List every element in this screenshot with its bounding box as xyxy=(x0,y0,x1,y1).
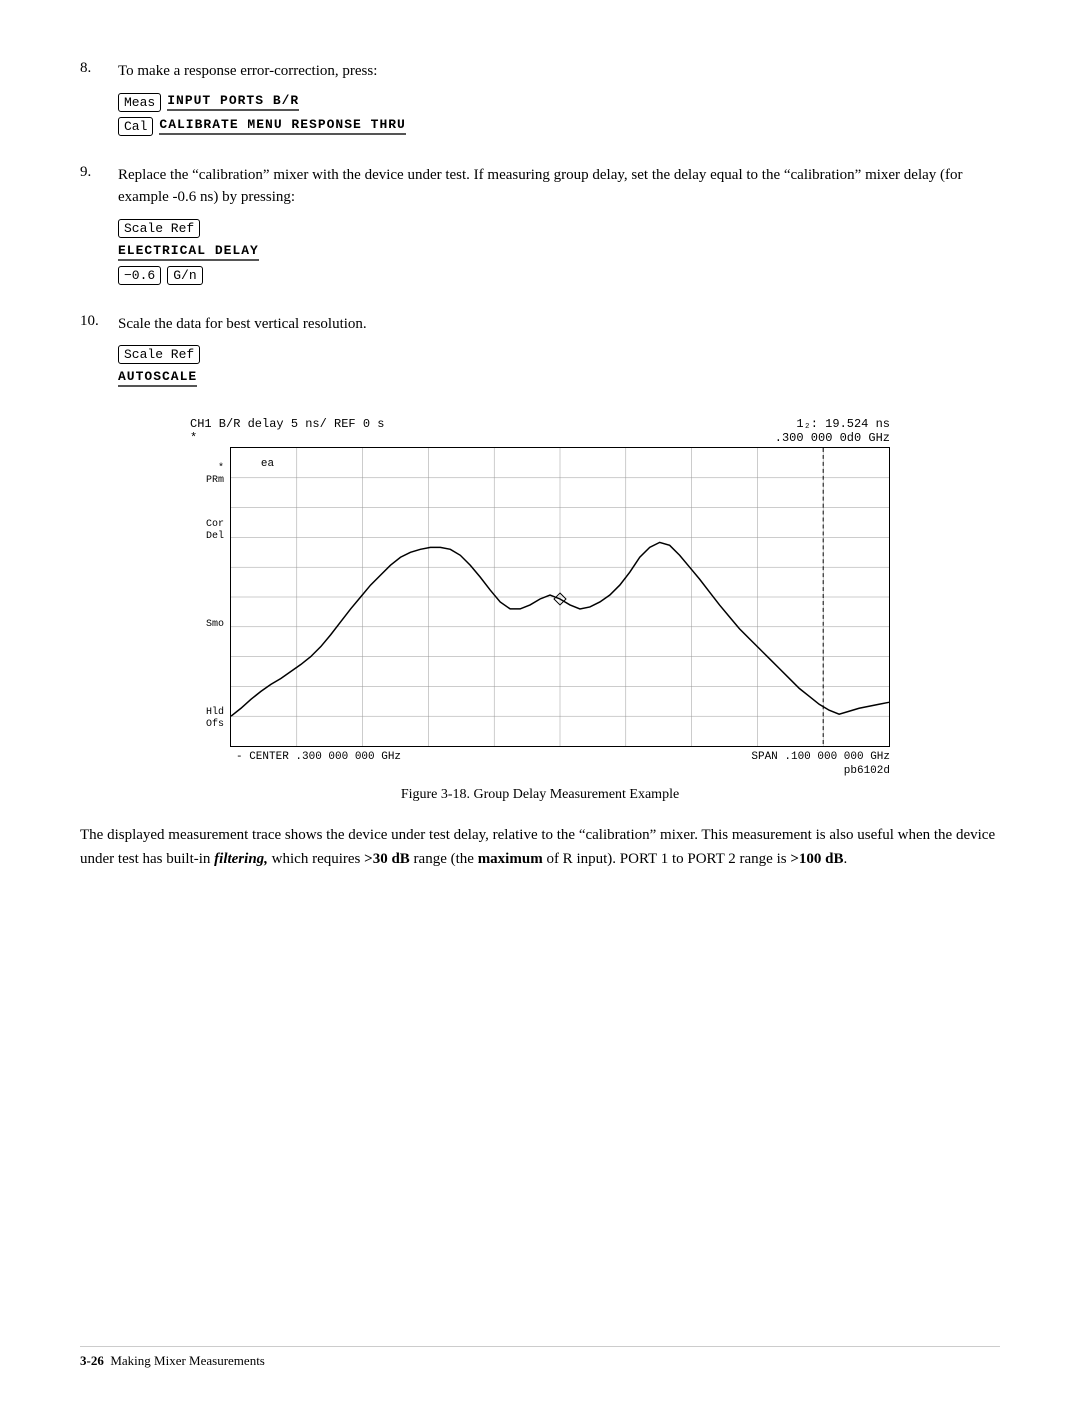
key-sequence: Meas INPUT PORTS B/R Cal CALIBRATE MENU RES… xyxy=(118,93,1000,136)
chart-header-star: * xyxy=(190,431,384,445)
key-label: AUTOSCALE xyxy=(118,369,197,387)
svg-text:ea: ea xyxy=(261,458,275,470)
step-block: 10.Scale the data for best vertical reso… xyxy=(80,313,1000,398)
key-row: ELECTRICAL DELAY xyxy=(118,243,1000,261)
step-number: 10. xyxy=(80,313,118,398)
step-number: 9. xyxy=(80,164,118,295)
bold-text: >30 dB xyxy=(364,851,410,867)
key-row: Cal CALIBRATE MENU RESPONSE THRU xyxy=(118,117,1000,136)
body-paragraph: The displayed measurement trace shows th… xyxy=(80,823,1000,871)
chart-center-freq: - CENTER .300 000 000 GHz xyxy=(236,751,401,763)
key-row: Meas INPUT PORTS B/R xyxy=(118,93,1000,112)
key-row: Scale Ref xyxy=(118,345,1000,364)
step-block: 8.To make a response error-correction, p… xyxy=(80,60,1000,146)
key-button: Cal xyxy=(118,117,153,136)
chart-y-axis-labels: *PRm CorDel Smo HldOfs xyxy=(190,447,230,747)
chart-ref-code: pb6102d xyxy=(190,765,890,777)
bold-text: >100 dB xyxy=(790,851,843,867)
step-text: Scale the data for best vertical resolut… xyxy=(118,313,1000,336)
key-row: AUTOSCALE xyxy=(118,369,1000,387)
key-button: Meas xyxy=(118,93,161,112)
step-content: Scale the data for best vertical resolut… xyxy=(118,313,1000,398)
step-content: Replace the “calibration” mixer with the… xyxy=(118,164,1000,295)
chart-header-line1: CH1 B/R delay 5 ns/ REF 0 s xyxy=(190,417,384,431)
chart-span-freq: SPAN .100 000 000 GHz xyxy=(751,751,890,763)
step-content: To make a response error-correction, pre… xyxy=(118,60,1000,146)
bold-text: maximum xyxy=(478,851,543,867)
step-text: Replace the “calibration” mixer with the… xyxy=(118,164,1000,209)
key-button: G/n xyxy=(167,266,202,285)
key-label: INPUT PORTS B/R xyxy=(167,93,299,111)
key-label: ELECTRICAL DELAY xyxy=(118,243,259,261)
chart-footer: - CENTER .300 000 000 GHz SPAN .100 000 … xyxy=(190,751,890,763)
chart-header: CH1 B/R delay 5 ns/ REF 0 s * 1₂: 19.524… xyxy=(190,417,890,445)
chart-area: CH1 B/R delay 5 ns/ REF 0 s * 1₂: 19.524… xyxy=(190,417,890,777)
figure-caption: Figure 3-18. Group Delay Measurement Exa… xyxy=(80,787,1000,803)
step-number: 8. xyxy=(80,60,118,146)
key-row: −0.6 G/n xyxy=(118,266,1000,285)
key-label: CALIBRATE MENU RESPONSE THRU xyxy=(159,117,405,135)
key-button: −0.6 xyxy=(118,266,161,285)
key-button: Scale Ref xyxy=(118,219,200,238)
chart-marker-value: 1₂: 19.524 ns xyxy=(775,417,890,431)
key-row: Scale Ref xyxy=(118,219,1000,238)
footer-text: Making Mixer Measurements xyxy=(104,1353,265,1369)
key-button: Scale Ref xyxy=(118,345,200,364)
step-text: To make a response error-correction, pre… xyxy=(118,60,1000,83)
step-block: 9.Replace the “calibration” mixer with t… xyxy=(80,164,1000,295)
chart-plot: ea xyxy=(230,447,890,747)
key-sequence: Scale Ref AUTOSCALE xyxy=(118,345,1000,387)
key-sequence: Scale Ref ELECTRICAL DELAY −0.6 G/n xyxy=(118,219,1000,285)
page-number: 3-26 xyxy=(80,1353,104,1369)
chart-marker-freq: .300 000 0d0 GHz xyxy=(775,431,890,445)
bold-italic-text: filtering, xyxy=(214,851,268,867)
page-footer: 3-26 Making Mixer Measurements xyxy=(80,1346,1000,1369)
chart-svg: ea xyxy=(231,448,889,746)
